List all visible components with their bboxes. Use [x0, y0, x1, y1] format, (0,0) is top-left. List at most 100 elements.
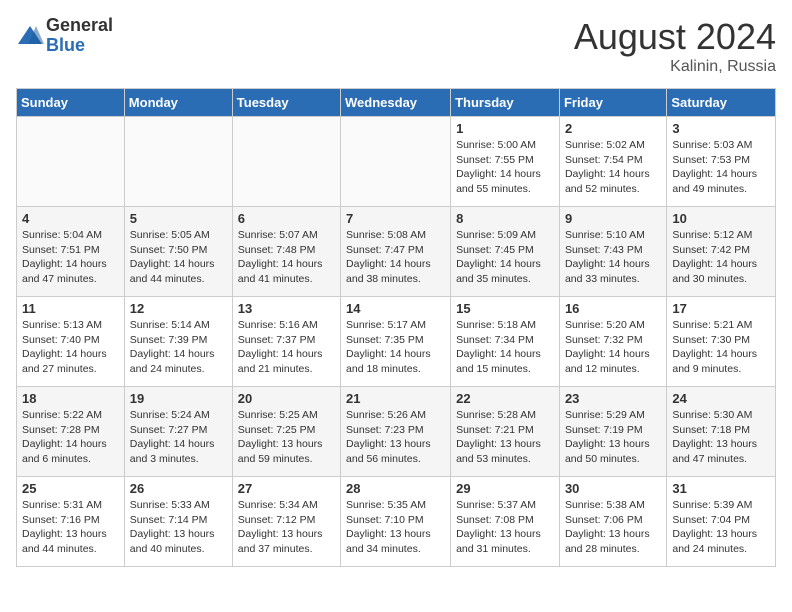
- calendar-cell: 11 Sunrise: 5:13 AMSunset: 7:40 PMDayligh…: [17, 297, 125, 387]
- calendar-header: SundayMondayTuesdayWednesdayThursdayFrid…: [17, 89, 776, 117]
- day-number: 20: [238, 391, 335, 406]
- cell-info: Sunrise: 5:38 AMSunset: 7:06 PMDaylight:…: [565, 498, 661, 557]
- day-number: 15: [456, 301, 554, 316]
- calendar-week-3: 11 Sunrise: 5:13 AMSunset: 7:40 PMDayligh…: [17, 297, 776, 387]
- header-cell-friday: Friday: [559, 89, 666, 117]
- day-number: 18: [22, 391, 119, 406]
- day-number: 24: [672, 391, 770, 406]
- cell-info: Sunrise: 5:16 AMSunset: 7:37 PMDaylight:…: [238, 318, 335, 377]
- logo-text: General Blue: [46, 16, 113, 56]
- calendar-cell: 14Sunrise: 5:17 AMSunset: 7:35 PMDayligh…: [341, 297, 451, 387]
- calendar-cell: 18 Sunrise: 5:22 AMSunset: 7:28 PMDayligh…: [17, 387, 125, 477]
- calendar-cell: 31Sunrise: 5:39 AMSunset: 7:04 PMDayligh…: [667, 477, 776, 567]
- calendar-cell: [17, 117, 125, 207]
- calendar-cell: [232, 117, 340, 207]
- cell-info: Sunrise: 5:28 AMSunset: 7:21 PMDaylight:…: [456, 408, 554, 467]
- cell-info: Sunrise: 5:33 AMSunset: 7:14 PMDaylight:…: [130, 498, 227, 557]
- day-number: 10: [672, 211, 770, 226]
- cell-info: Sunrise: 5:21 AMSunset: 7:30 PMDaylight:…: [672, 318, 770, 377]
- cell-info: Sunrise: 5:17 AMSunset: 7:35 PMDaylight:…: [346, 318, 445, 377]
- calendar-table: SundayMondayTuesdayWednesdayThursdayFrid…: [16, 88, 776, 567]
- calendar-cell: [341, 117, 451, 207]
- cell-info: Sunrise: 5:18 AMSunset: 7:34 PMDaylight:…: [456, 318, 554, 377]
- cell-info: Sunrise: 5:05 AMSunset: 7:50 PMDaylight:…: [130, 228, 227, 287]
- calendar-cell: 4 Sunrise: 5:04 AMSunset: 7:51 PMDaylight…: [17, 207, 125, 297]
- day-number: 22: [456, 391, 554, 406]
- calendar-cell: 12Sunrise: 5:14 AMSunset: 7:39 PMDayligh…: [124, 297, 232, 387]
- cell-info: Sunrise: 5:29 AMSunset: 7:19 PMDaylight:…: [565, 408, 661, 467]
- day-number: 4: [22, 211, 119, 226]
- title-block: August 2024 Kalinin, Russia: [574, 16, 776, 76]
- cell-info: Sunrise: 5:24 AMSunset: 7:27 PMDaylight:…: [130, 408, 227, 467]
- cell-info: Sunrise: 5:22 AMSunset: 7:28 PMDaylight:…: [22, 408, 119, 467]
- day-number: 3: [672, 121, 770, 136]
- calendar-cell: 16Sunrise: 5:20 AMSunset: 7:32 PMDayligh…: [559, 297, 666, 387]
- logo: General Blue: [16, 16, 113, 56]
- calendar-cell: 1Sunrise: 5:00 AMSunset: 7:55 PMDaylight…: [451, 117, 560, 207]
- cell-info: Sunrise: 5:25 AMSunset: 7:25 PMDaylight:…: [238, 408, 335, 467]
- day-number: 21: [346, 391, 445, 406]
- calendar-cell: 13Sunrise: 5:16 AMSunset: 7:37 PMDayligh…: [232, 297, 340, 387]
- calendar-week-1: 1Sunrise: 5:00 AMSunset: 7:55 PMDaylight…: [17, 117, 776, 207]
- cell-info: Sunrise: 5:26 AMSunset: 7:23 PMDaylight:…: [346, 408, 445, 467]
- calendar-cell: 8Sunrise: 5:09 AMSunset: 7:45 PMDaylight…: [451, 207, 560, 297]
- calendar-week-5: 25Sunrise: 5:31 AMSunset: 7:16 PMDayligh…: [17, 477, 776, 567]
- calendar-body: 1Sunrise: 5:00 AMSunset: 7:55 PMDaylight…: [17, 117, 776, 567]
- calendar-cell: 23Sunrise: 5:29 AMSunset: 7:19 PMDayligh…: [559, 387, 666, 477]
- day-number: 6: [238, 211, 335, 226]
- calendar-cell: 25Sunrise: 5:31 AMSunset: 7:16 PMDayligh…: [17, 477, 125, 567]
- cell-info: Sunrise: 5:35 AMSunset: 7:10 PMDaylight:…: [346, 498, 445, 557]
- calendar-cell: 6Sunrise: 5:07 AMSunset: 7:48 PMDaylight…: [232, 207, 340, 297]
- cell-info: Sunrise: 5:39 AMSunset: 7:04 PMDaylight:…: [672, 498, 770, 557]
- day-number: 26: [130, 481, 227, 496]
- calendar-cell: [124, 117, 232, 207]
- day-number: 9: [565, 211, 661, 226]
- header-cell-wednesday: Wednesday: [341, 89, 451, 117]
- calendar-cell: 2 Sunrise: 5:02 AMSunset: 7:54 PMDaylight…: [559, 117, 666, 207]
- day-number: 11: [22, 301, 119, 316]
- cell-info: Sunrise: 5:34 AMSunset: 7:12 PMDaylight:…: [238, 498, 335, 557]
- calendar-cell: 29Sunrise: 5:37 AMSunset: 7:08 PMDayligh…: [451, 477, 560, 567]
- calendar-cell: 21 Sunrise: 5:26 AMSunset: 7:23 PMDayligh…: [341, 387, 451, 477]
- calendar-cell: 3 Sunrise: 5:03 AMSunset: 7:53 PMDaylight…: [667, 117, 776, 207]
- header-cell-monday: Monday: [124, 89, 232, 117]
- calendar-cell: 19 Sunrise: 5:24 AMSunset: 7:27 PMDayligh…: [124, 387, 232, 477]
- cell-info: Sunrise: 5:03 AMSunset: 7:53 PMDaylight:…: [672, 138, 770, 197]
- calendar-week-2: 4 Sunrise: 5:04 AMSunset: 7:51 PMDaylight…: [17, 207, 776, 297]
- month-year: August 2024: [574, 16, 776, 58]
- day-number: 27: [238, 481, 335, 496]
- calendar-cell: 24Sunrise: 5:30 AMSunset: 7:18 PMDayligh…: [667, 387, 776, 477]
- logo-icon: [16, 22, 44, 50]
- page-header: General Blue August 2024 Kalinin, Russia: [16, 16, 776, 76]
- calendar-cell: 22 Sunrise: 5:28 AMSunset: 7:21 PMDayligh…: [451, 387, 560, 477]
- cell-info: Sunrise: 5:00 AMSunset: 7:55 PMDaylight:…: [456, 138, 554, 197]
- day-number: 2: [565, 121, 661, 136]
- calendar-cell: 28 Sunrise: 5:35 AMSunset: 7:10 PMDayligh…: [341, 477, 451, 567]
- day-number: 29: [456, 481, 554, 496]
- day-number: 5: [130, 211, 227, 226]
- calendar-cell: 15 Sunrise: 5:18 AMSunset: 7:34 PMDayligh…: [451, 297, 560, 387]
- cell-info: Sunrise: 5:13 AMSunset: 7:40 PMDaylight:…: [22, 318, 119, 377]
- day-number: 17: [672, 301, 770, 316]
- cell-info: Sunrise: 5:02 AMSunset: 7:54 PMDaylight:…: [565, 138, 661, 197]
- calendar-cell: 9 Sunrise: 5:10 AMSunset: 7:43 PMDaylight…: [559, 207, 666, 297]
- cell-info: Sunrise: 5:10 AMSunset: 7:43 PMDaylight:…: [565, 228, 661, 287]
- location: Kalinin, Russia: [574, 58, 776, 76]
- calendar-week-4: 18 Sunrise: 5:22 AMSunset: 7:28 PMDayligh…: [17, 387, 776, 477]
- cell-info: Sunrise: 5:04 AMSunset: 7:51 PMDaylight:…: [22, 228, 119, 287]
- cell-info: Sunrise: 5:31 AMSunset: 7:16 PMDaylight:…: [22, 498, 119, 557]
- calendar-cell: 27 Sunrise: 5:34 AMSunset: 7:12 PMDayligh…: [232, 477, 340, 567]
- calendar-cell: 17 Sunrise: 5:21 AMSunset: 7:30 PMDayligh…: [667, 297, 776, 387]
- header-row: SundayMondayTuesdayWednesdayThursdayFrid…: [17, 89, 776, 117]
- header-cell-sunday: Sunday: [17, 89, 125, 117]
- calendar-cell: 30Sunrise: 5:38 AMSunset: 7:06 PMDayligh…: [559, 477, 666, 567]
- cell-info: Sunrise: 5:14 AMSunset: 7:39 PMDaylight:…: [130, 318, 227, 377]
- calendar-cell: 5 Sunrise: 5:05 AMSunset: 7:50 PMDaylight…: [124, 207, 232, 297]
- day-number: 19: [130, 391, 227, 406]
- cell-info: Sunrise: 5:08 AMSunset: 7:47 PMDaylight:…: [346, 228, 445, 287]
- header-cell-tuesday: Tuesday: [232, 89, 340, 117]
- logo-blue: Blue: [46, 36, 113, 56]
- day-number: 28: [346, 481, 445, 496]
- logo-general: General: [46, 16, 113, 36]
- cell-info: Sunrise: 5:09 AMSunset: 7:45 PMDaylight:…: [456, 228, 554, 287]
